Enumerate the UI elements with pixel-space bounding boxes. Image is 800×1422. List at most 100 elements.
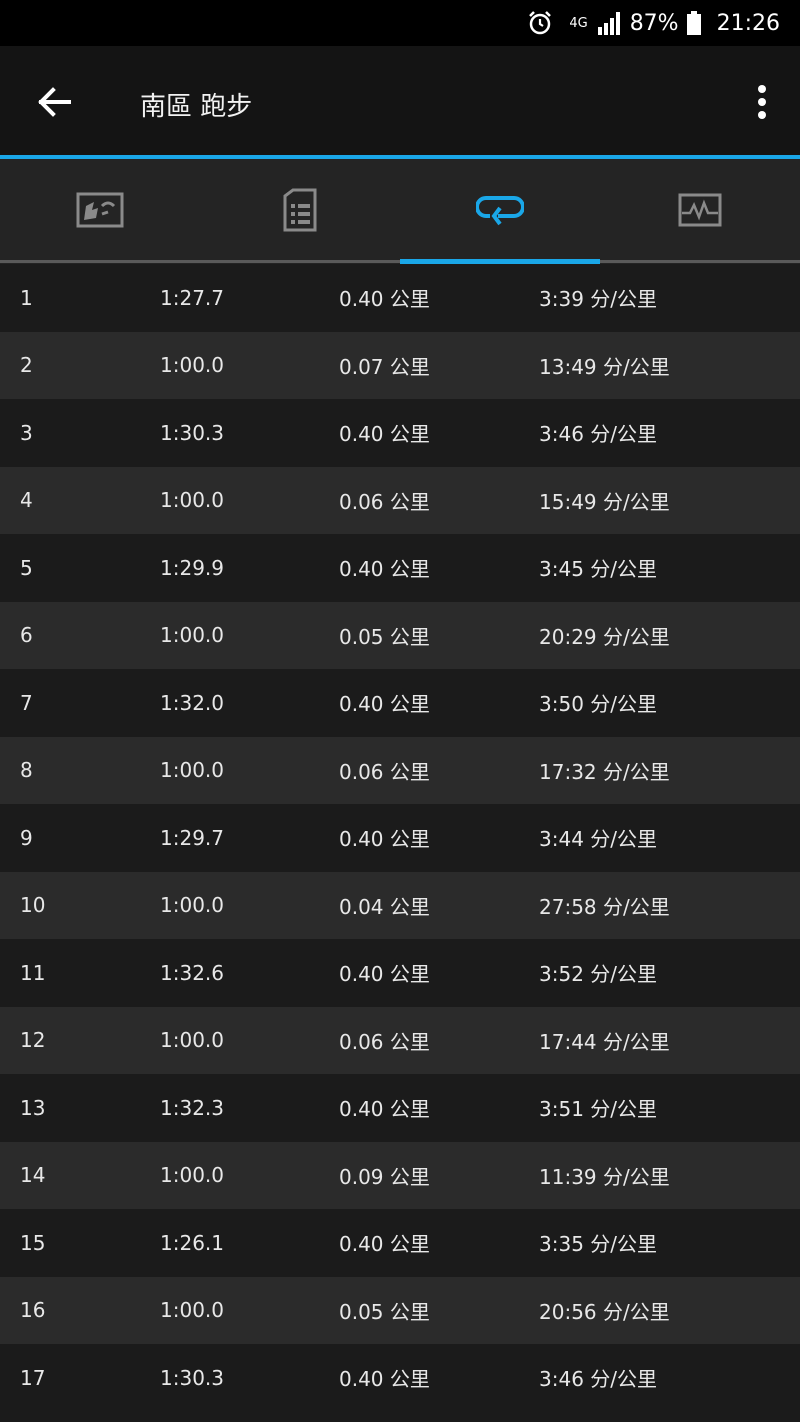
lap-distance: 0.40 公里 (339, 962, 430, 987)
lap-row[interactable]: 8 1:00.0 0.06 公里 17:32 分/公里 (0, 736, 800, 804)
lap-row[interactable]: 2 1:00.0 0.07 公里 13:49 分/公里 (0, 331, 800, 399)
lap-time: 1:00.0 (160, 353, 224, 378)
lap-row[interactable]: 4 1:00.0 0.06 公里 15:49 分/公里 (0, 466, 800, 534)
lap-number: 8 (20, 758, 33, 783)
lap-time: 1:00.0 (160, 1298, 224, 1323)
lap-pace: 17:44 分/公里 (539, 1029, 670, 1054)
lap-number: 1 (20, 285, 33, 310)
lap-distance: 0.06 公里 (339, 1029, 430, 1054)
lap-pace: 27:58 分/公里 (539, 894, 670, 919)
lap-row[interactable]: 15 1:26.1 0.40 公里 3:35 分/公里 (0, 1209, 800, 1277)
tab-laps[interactable] (400, 159, 600, 261)
lap-row[interactable]: 12 1:00.0 0.06 公里 17:44 分/公里 (0, 1006, 800, 1074)
lap-pace: 13:49 分/公里 (539, 354, 670, 379)
lap-time: 1:29.7 (160, 825, 224, 850)
lap-row[interactable]: 11 1:32.6 0.40 公里 3:52 分/公里 (0, 939, 800, 1007)
lap-number: 5 (20, 555, 33, 580)
lap-pace: 3:45 分/公里 (539, 557, 658, 582)
lap-row[interactable]: 1 1:27.7 0.40 公里 3:39 分/公里 (0, 264, 800, 332)
laps-icon (476, 196, 524, 226)
lap-pace: 3:51 分/公里 (539, 1097, 658, 1122)
app-bar: 南區 跑步 (0, 46, 800, 156)
lap-distance: 0.04 公里 (339, 894, 430, 919)
lap-number: 9 (20, 825, 33, 850)
lap-row[interactable]: 5 1:29.9 0.40 公里 3:45 分/公里 (0, 534, 800, 602)
status-bar: 4G 87% 21:26 (0, 0, 800, 46)
lap-number: 12 (20, 1028, 46, 1053)
clock-time: 21:26 (716, 10, 780, 36)
lap-distance: 0.40 公里 (339, 1367, 430, 1392)
lap-row[interactable]: 16 1:00.0 0.05 公里 20:56 分/公里 (0, 1276, 800, 1344)
lap-time: 1:00.0 (160, 1163, 224, 1188)
lap-time: 1:00.0 (160, 893, 224, 918)
lap-time: 1:32.0 (160, 690, 224, 715)
lap-number: 17 (20, 1365, 46, 1390)
lap-time: 1:32.6 (160, 960, 224, 985)
back-button[interactable] (30, 81, 78, 123)
lap-pace: 3:50 分/公里 (539, 692, 658, 717)
tab-charts[interactable] (600, 159, 800, 261)
lap-distance: 0.40 公里 (339, 1232, 430, 1257)
document-list-icon (283, 188, 317, 232)
lap-pace: 20:29 分/公里 (539, 624, 670, 649)
lap-pace: 15:49 分/公里 (539, 489, 670, 514)
tab-bar (0, 159, 800, 264)
lap-number: 11 (20, 960, 46, 985)
lap-pace: 20:56 分/公里 (539, 1299, 670, 1324)
lap-time: 1:26.1 (160, 1230, 224, 1255)
lap-time: 1:30.3 (160, 1365, 224, 1390)
lap-distance: 0.40 公里 (339, 827, 430, 852)
lap-number: 3 (20, 420, 33, 445)
lap-time: 1:27.7 (160, 285, 224, 310)
page-title: 南區 跑步 (140, 92, 253, 122)
lap-time: 1:00.0 (160, 1028, 224, 1053)
lap-row[interactable]: 13 1:32.3 0.40 公里 3:51 分/公里 (0, 1074, 800, 1142)
lap-number: 15 (20, 1230, 46, 1255)
lap-distance: 0.40 公里 (339, 422, 430, 447)
lap-number: 4 (20, 488, 33, 513)
chart-icon (678, 193, 722, 227)
signal-icon (596, 11, 622, 35)
lap-distance: 0.05 公里 (339, 624, 430, 649)
lap-number: 16 (20, 1298, 46, 1323)
map-icon (76, 192, 124, 228)
lap-row[interactable]: 10 1:00.0 0.04 公里 27:58 分/公里 (0, 871, 800, 939)
lap-time: 1:30.3 (160, 420, 224, 445)
lap-time: 1:00.0 (160, 758, 224, 783)
lap-pace: 3:46 分/公里 (539, 422, 658, 447)
lap-number: 13 (20, 1095, 46, 1120)
lap-number: 14 (20, 1163, 46, 1188)
lap-time: 1:29.9 (160, 555, 224, 580)
lap-row[interactable]: 7 1:32.0 0.40 公里 3:50 分/公里 (0, 669, 800, 737)
lap-distance: 0.09 公里 (339, 1164, 430, 1189)
lap-time: 1:00.0 (160, 488, 224, 513)
lap-row[interactable]: 14 1:00.0 0.09 公里 11:39 分/公里 (0, 1141, 800, 1209)
lap-distance: 0.06 公里 (339, 759, 430, 784)
overflow-menu-button[interactable] (750, 80, 774, 124)
lap-row[interactable]: 3 1:30.3 0.40 公里 3:46 分/公里 (0, 399, 800, 467)
lap-distance: 0.40 公里 (339, 1097, 430, 1122)
lap-pace: 3:39 分/公里 (539, 287, 658, 312)
tab-details[interactable] (200, 159, 400, 261)
lap-time: 1:00.0 (160, 623, 224, 648)
battery-icon (686, 11, 701, 35)
alarm-icon (527, 10, 553, 36)
lap-pace: 3:44 分/公里 (539, 827, 658, 852)
lap-distance: 0.40 公里 (339, 287, 430, 312)
lap-number: 7 (20, 690, 33, 715)
lap-pace: 3:35 分/公里 (539, 1232, 658, 1257)
network-type-label: 4G (569, 15, 588, 31)
lap-row[interactable]: 6 1:00.0 0.05 公里 20:29 分/公里 (0, 601, 800, 669)
lap-number: 10 (20, 893, 46, 918)
lap-number: 6 (20, 623, 33, 648)
tab-map[interactable] (0, 159, 200, 261)
lap-row[interactable]: 17 1:30.3 0.40 公里 3:46 分/公里 (0, 1344, 800, 1412)
lap-distance: 0.06 公里 (339, 489, 430, 514)
lap-row[interactable]: 9 1:29.7 0.40 公里 3:44 分/公里 (0, 804, 800, 872)
lap-distance: 0.40 公里 (339, 692, 430, 717)
lap-time: 1:32.3 (160, 1095, 224, 1120)
laps-list: 1 1:27.7 0.40 公里 3:39 分/公里 2 1:00.0 0.07 公里 13:… (0, 264, 800, 1412)
lap-distance: 0.40 公里 (339, 557, 430, 582)
lap-pace: 3:46 分/公里 (539, 1367, 658, 1392)
battery-percentage: 87% (629, 10, 679, 36)
